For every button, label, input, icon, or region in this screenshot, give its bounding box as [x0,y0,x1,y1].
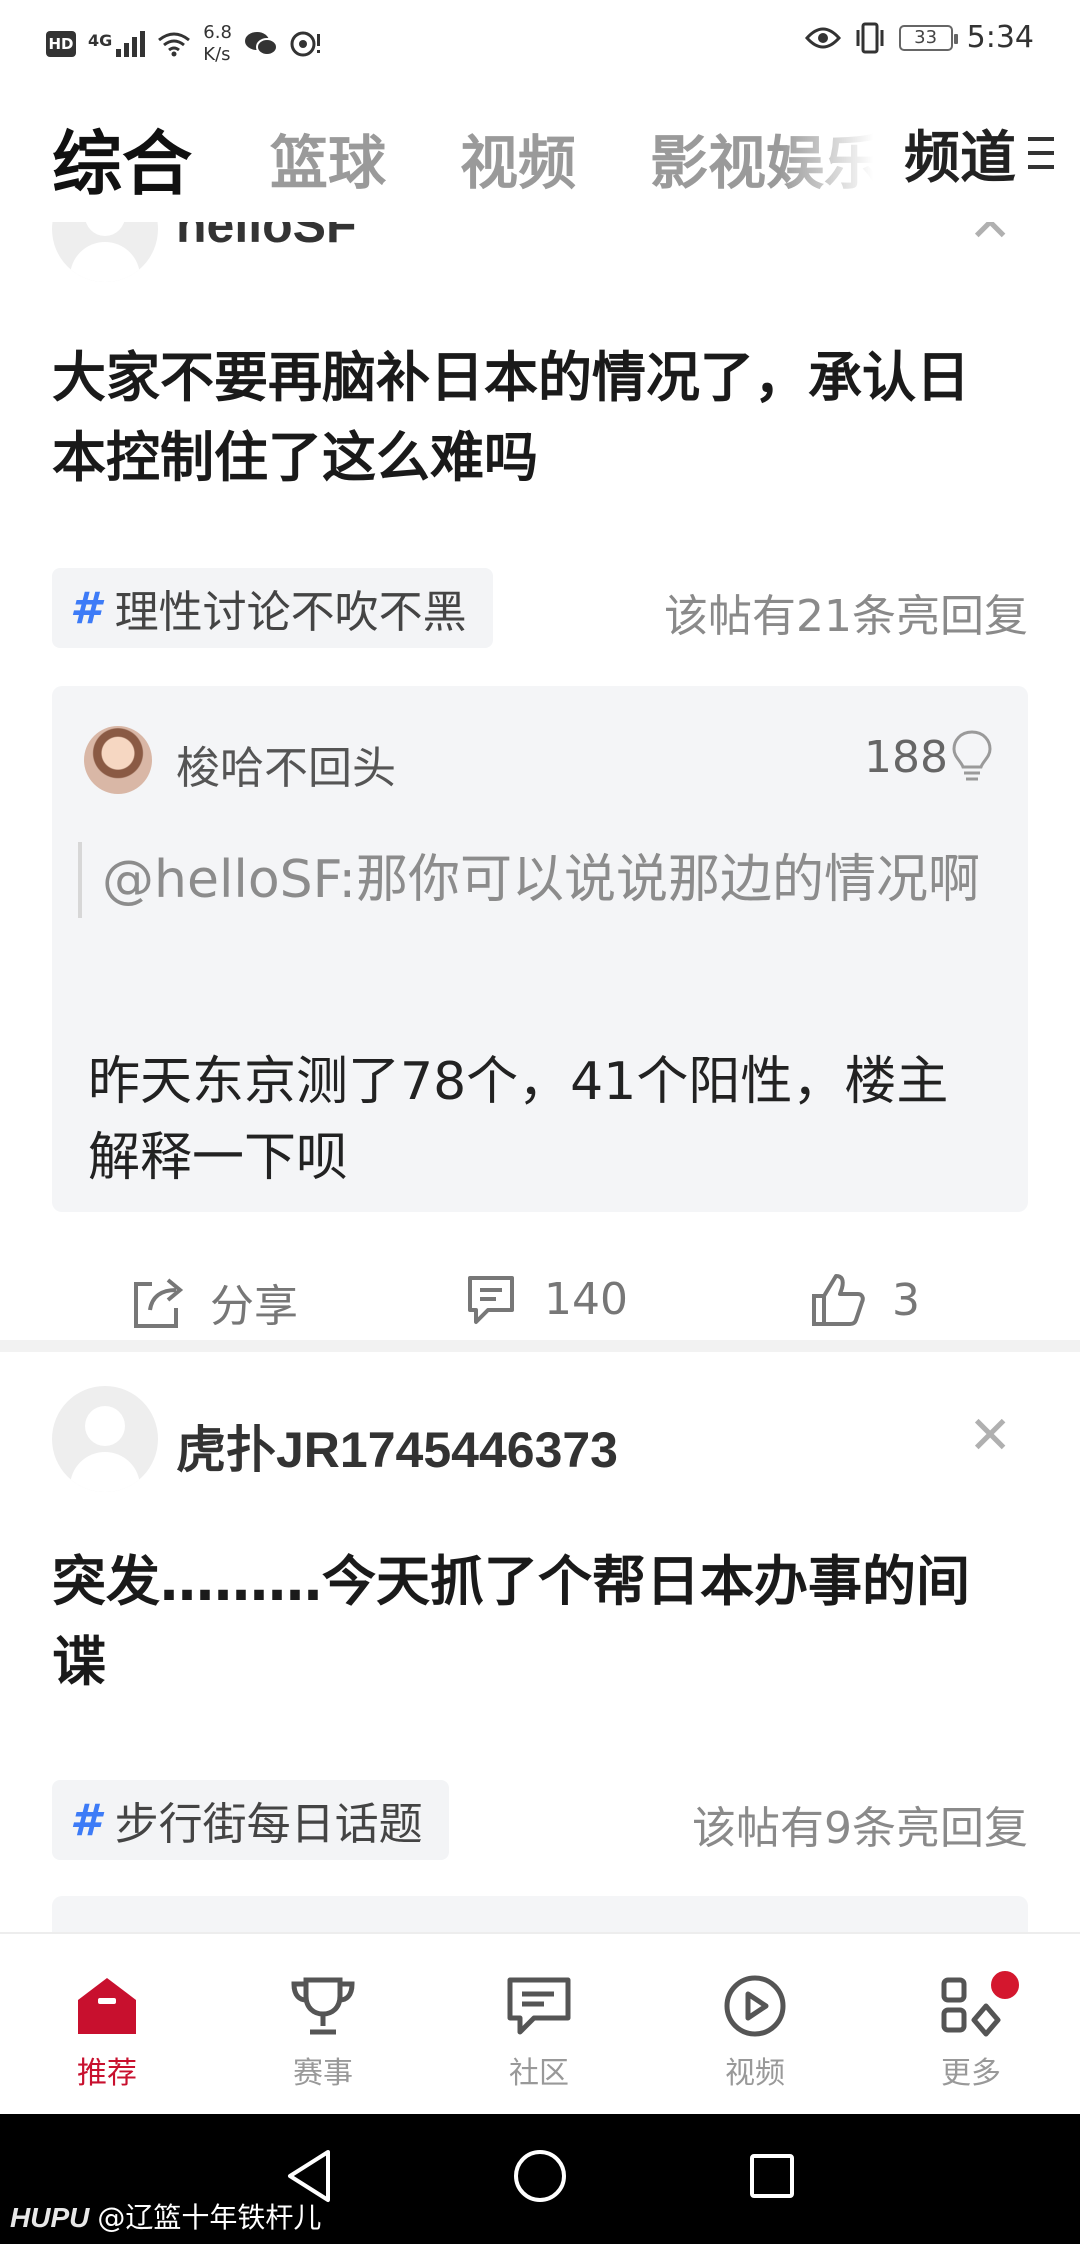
notification-icon [290,31,320,57]
reply-body: 昨天东京测了78个，41个阳性，楼主解释一下呗 [88,1052,949,1188]
highlight-reply[interactable] [52,1896,1028,1932]
post-username[interactable]: 虎扑JR1745446373 [176,1410,618,1482]
nav-community[interactable]: 社区 [464,1974,614,2092]
wechat-icon [244,32,278,56]
share-button[interactable]: 分享 [126,1270,298,1334]
status-bar: HD 4G 6.8 K/s 33 5:34 [0,0,1080,86]
topic-hash-icon: # [70,1794,101,1846]
chat-icon [507,1977,571,2035]
signal-icon: 4G [88,31,146,57]
nav-label: 赛事 [293,2056,353,2091]
topic-label: 步行街每日话题 [114,1799,423,1850]
close-icon[interactable]: ✕ [968,222,1012,250]
topic-tag[interactable]: # 理性讨论不吹不黑 [52,568,493,648]
like-count: 3 [892,1274,920,1326]
topic-hash-icon: # [70,582,101,634]
top-tab-bar: 综合 篮球 视频 影视娱乐 频道 [0,86,1080,222]
thumbs-up-icon [812,1274,865,1326]
tab-comprehensive[interactable]: 综合 [52,108,192,209]
post-title[interactable]: 大家不要再脑补日本的情况了，承认日本控制住了这么难吗 [52,338,1012,498]
avatar[interactable] [52,222,158,282]
tab-fade [780,86,890,222]
share-label: 分享 [210,1281,298,1332]
close-icon[interactable]: ✕ [968,1410,1012,1462]
topic-label: 理性讨论不吹不黑 [114,587,467,638]
network-speed: 6.8 K/s [203,22,232,66]
nav-label: 视频 [725,2056,785,2091]
wifi-icon [158,32,191,57]
tab-basketball[interactable]: 篮球 [270,116,386,200]
nav-label: 社区 [509,2056,569,2091]
nav-recommend[interactable]: 推荐 [32,1974,182,2092]
comment-count: 140 [544,1273,628,1325]
comment-icon [468,1276,514,1324]
nav-events[interactable]: 赛事 [248,1974,398,2092]
bright-reply-count[interactable]: 该帖有21条亮回复 [664,580,1028,644]
card-divider [0,1340,1080,1352]
battery-indicator: 33 [898,24,958,51]
quoted-reply: @helloSF:那你可以说说那边的情况啊 [78,842,988,918]
network-type: 4G [88,31,113,50]
avatar[interactable] [52,1386,158,1492]
share-icon [134,1278,184,1328]
highlight-reply[interactable]: 梭哈不回头 188 @helloSF:那你可以说说那边的情况啊 昨天东京测了78… [52,686,1028,1212]
watermark-brand: HUPU [10,2202,90,2233]
bright-reply-count[interactable]: 该帖有9条亮回复 [692,1792,1028,1856]
reply-avatar[interactable] [84,726,152,794]
post-actions: 分享 140 3 [0,1240,1080,1350]
feed[interactable]: helloSF ✕ 大家不要再脑补日本的情况了，承认日本控制住了这么难吗 # 理… [0,222,1080,1932]
play-icon [724,1975,786,2037]
speed-value: 6.8 [203,22,232,43]
reply-username[interactable]: 梭哈不回头 [176,732,396,796]
vibrate-icon [856,22,884,53]
bottom-nav: 推荐 赛事 社区 视频 更多 [0,1932,1080,2114]
watermark-handle: @辽篮十年铁杆儿 [97,2201,322,2234]
home-icon [78,1978,136,2034]
like-button[interactable]: 3 [808,1270,920,1330]
speed-unit: K/s [203,44,231,65]
light-count: 188 [864,732,948,783]
recents-icon[interactable] [744,2146,800,2206]
notification-badge [988,1968,1022,2002]
channel-button[interactable]: 频道 [896,108,1058,198]
nav-more[interactable]: 更多 [896,1968,1046,2092]
trophy-icon [291,1977,355,2035]
watermark: HUPU @辽篮十年铁杆儿 [10,2196,321,2236]
post-title[interactable]: 突发………今天抓了个帮日本办事的间谍 [52,1542,1012,1702]
lightbulb-icon[interactable] [950,728,994,784]
topic-tag[interactable]: # 步行街每日话题 [52,1780,449,1860]
system-navigation-bar: HUPU @辽篮十年铁杆儿 [0,2114,1080,2244]
comment-button[interactable]: 140 [462,1270,628,1328]
post-username[interactable]: helloSF [176,222,357,254]
menu-icon [1028,137,1054,169]
post-card[interactable]: 虎扑JR1745446373 ✕ 突发………今天抓了个帮日本办事的间谍 # 步行… [0,1352,1080,1932]
nav-label: 推荐 [77,2056,137,2091]
home-button-icon[interactable] [510,2146,570,2206]
nav-label: 更多 [941,2056,1001,2091]
clock: 5:34 [966,20,1034,55]
nav-video[interactable]: 视频 [680,1974,830,2092]
channel-label: 频道 [904,125,1016,191]
eye-comfort-icon [804,27,841,48]
post-card[interactable]: helloSF ✕ 大家不要再脑补日本的情况了，承认日本控制住了这么难吗 # 理… [0,222,1080,1332]
tab-video[interactable]: 视频 [460,116,576,200]
hd-badge: HD [46,31,76,57]
